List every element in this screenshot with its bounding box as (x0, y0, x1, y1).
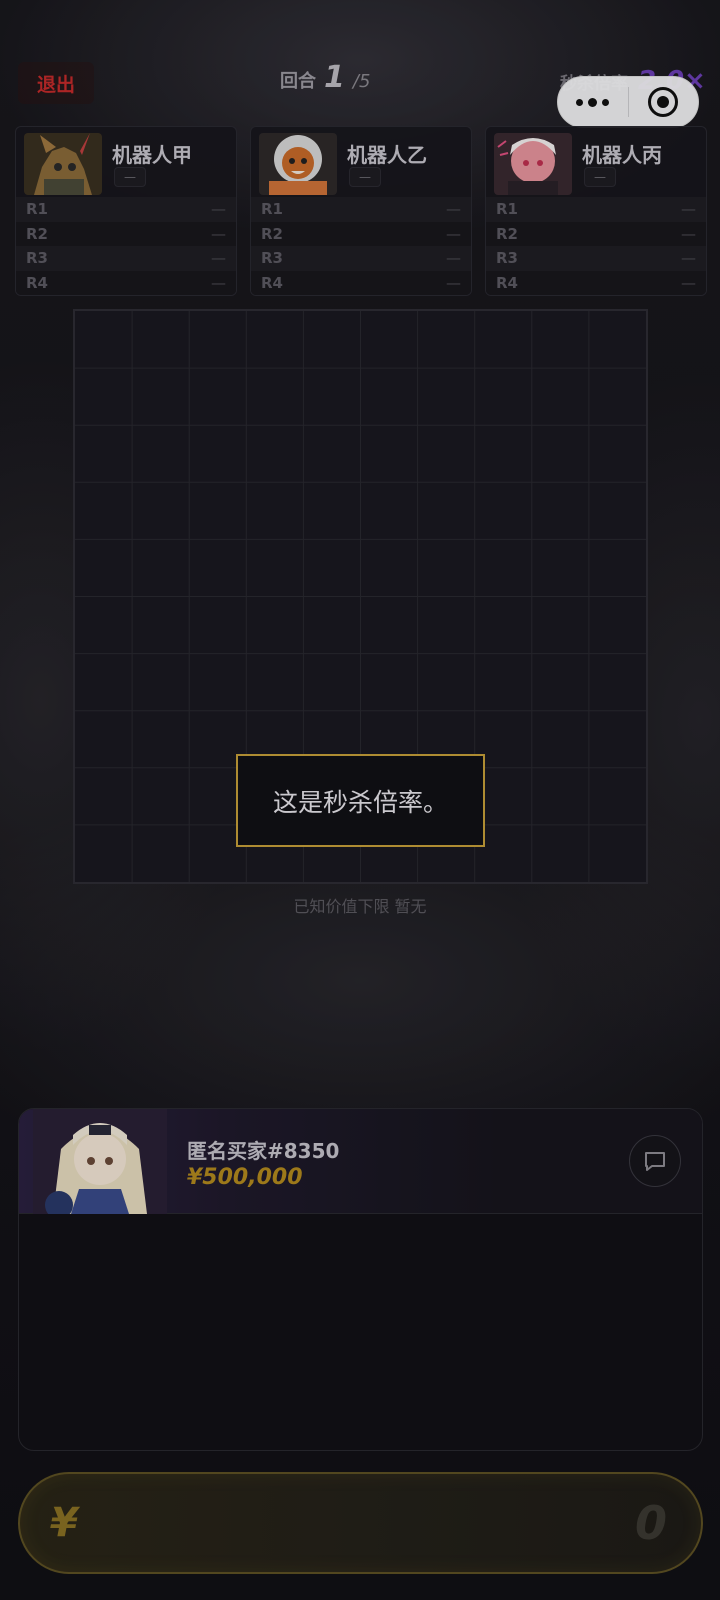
round-row: R4 — (251, 270, 471, 295)
round-row-value: — (681, 224, 696, 243)
round-row-value: — (446, 273, 461, 292)
player-card: 机器人乙 — R1 — R2 — R3 — R4 — (250, 126, 472, 296)
player-badge: — (584, 167, 616, 187)
buyer-name: 匿名买家#8350 (187, 1139, 340, 1163)
round-row-label: R3 (261, 249, 283, 268)
exit-button[interactable]: 退出 (18, 62, 94, 104)
round-row-label: R1 (26, 200, 48, 219)
round-indicator: 回合 1 /5 (280, 60, 370, 100)
more-options-icon[interactable] (558, 77, 628, 127)
buyer-avatar (33, 1109, 167, 1214)
round-row: R4 — (16, 270, 236, 295)
known-value-lower-bound: 已知价值下限 暂无 (293, 897, 427, 916)
player-name: 机器人丙 (582, 143, 662, 167)
player-cards: 机器人甲 — R1 — R2 — R3 — R4 — 机器人乙 — R1 — R2 — … (15, 126, 707, 296)
player-badge: — (114, 167, 146, 187)
round-row-label: R1 (261, 200, 283, 219)
round-row: R3 — (486, 246, 706, 271)
round-row: R2 — (251, 221, 471, 246)
round-row-label: R4 (261, 273, 283, 292)
player-name: 机器人甲 (112, 143, 192, 167)
bid-value: 0 (634, 1496, 667, 1550)
round-row: R3 — (251, 246, 471, 271)
round-row-value: — (211, 224, 226, 243)
round-row-value: — (211, 249, 226, 268)
player-avatar (259, 133, 337, 195)
round-row-label: R4 (26, 273, 48, 292)
miniprogram-capsule (557, 76, 699, 128)
round-row-label: R4 (496, 273, 518, 292)
round-row-label: R2 (26, 224, 48, 243)
round-row: R1 — (251, 197, 471, 222)
round-row: R2 — (486, 221, 706, 246)
round-row-value: — (681, 200, 696, 219)
close-miniprogram-icon[interactable] (629, 77, 699, 127)
game-screen: 退出 回合 1 /5 秒杀倍率 2.0× (0, 0, 720, 1600)
tutorial-tooltip[interactable]: 这是秒杀倍率。 (236, 754, 485, 847)
round-row: R4 — (486, 270, 706, 295)
round-row-value: — (211, 200, 226, 219)
round-row-label: R2 (496, 224, 518, 243)
chat-button[interactable] (629, 1135, 681, 1187)
round-row: R3 — (16, 246, 236, 271)
player-avatar (24, 133, 102, 195)
bid-input[interactable]: ¥ 0 (18, 1472, 703, 1574)
round-row-label: R1 (496, 200, 518, 219)
round-row-label: R2 (261, 224, 283, 243)
round-row-value: — (446, 200, 461, 219)
round-row: R2 — (16, 221, 236, 246)
player-card: 机器人丙 — R1 — R2 — R3 — R4 — (485, 126, 707, 296)
player-badge: — (349, 167, 381, 187)
round-row-value: — (681, 273, 696, 292)
round-row: R1 — (486, 197, 706, 222)
round-total: /5 (352, 71, 371, 92)
player-avatar (494, 133, 572, 195)
player-name: 机器人乙 (347, 143, 427, 167)
round-row-value: — (681, 249, 696, 268)
currency-symbol: ¥ (50, 1500, 78, 1546)
round-row: R1 — (16, 197, 236, 222)
buyer-bid-amount: ¥500,000 (187, 1165, 303, 1190)
round-row-value: — (446, 224, 461, 243)
round-current: 1 (324, 60, 345, 95)
buyer-panel: 匿名买家#8350 ¥500,000 (18, 1108, 703, 1451)
chat-icon (645, 1152, 665, 1171)
round-row-value: — (446, 249, 461, 268)
round-row-label: R3 (496, 249, 518, 268)
player-card: 机器人甲 — R1 — R2 — R3 — R4 — (15, 126, 237, 296)
buyer-header: 匿名买家#8350 ¥500,000 (19, 1109, 702, 1214)
round-row-value: — (211, 273, 226, 292)
round-label: 回合 (280, 71, 316, 92)
round-row-label: R3 (26, 249, 48, 268)
